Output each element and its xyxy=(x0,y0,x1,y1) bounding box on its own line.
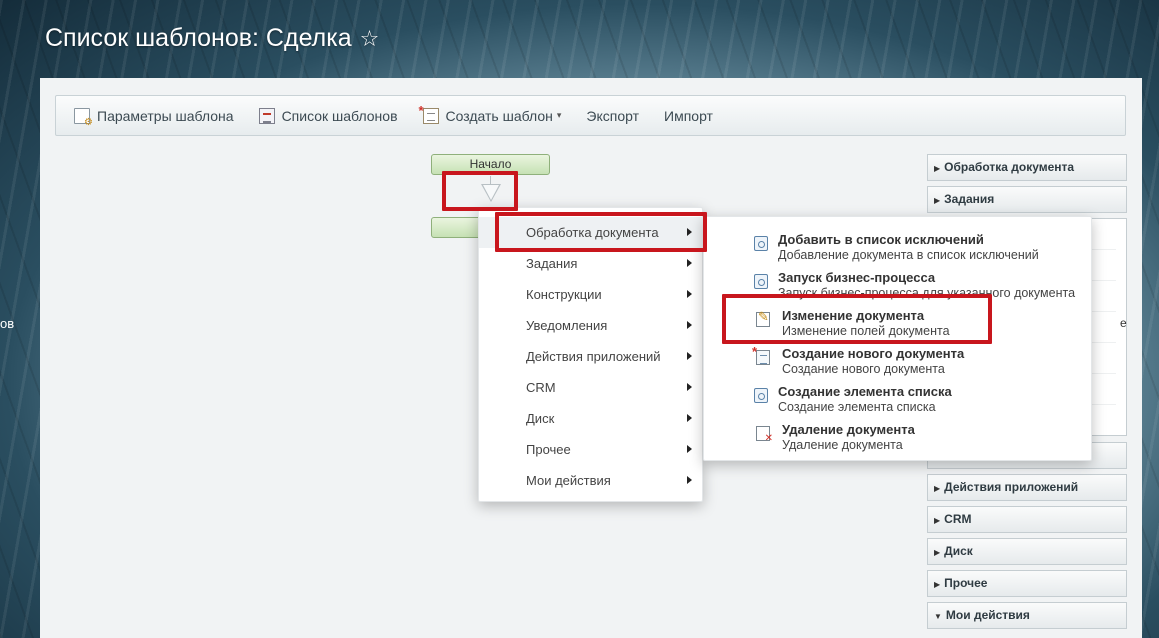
menu-item-document-processing[interactable]: Обработка документа xyxy=(479,217,704,248)
template-params-icon xyxy=(74,107,93,128)
expand-triangle-icon: ▶ xyxy=(934,516,941,525)
menu-item-crm[interactable]: CRM xyxy=(479,372,704,403)
chevron-right-icon xyxy=(687,290,692,298)
menu-item-label: Диск xyxy=(526,411,555,426)
template-list-button[interactable]: Список шаблонов xyxy=(258,107,398,124)
context-menu: Обработка документа Задания Конструкции … xyxy=(478,207,704,502)
chevron-right-icon xyxy=(687,321,692,329)
menu-item-other[interactable]: Прочее xyxy=(479,434,704,465)
page-title: Список шаблонов: Сделка ☆ xyxy=(45,24,379,53)
create-template-icon xyxy=(419,103,439,124)
chevron-right-icon xyxy=(687,445,692,453)
import-button[interactable]: Импорт xyxy=(664,108,713,124)
menu-item-label: Мои действия xyxy=(526,473,611,488)
submenu-item-desc: Создание элемента списка xyxy=(778,400,936,414)
panel-group-disk[interactable]: ▶ Диск xyxy=(927,538,1127,565)
submenu-item-title: Удаление документа xyxy=(782,422,915,437)
submenu-item-title: Создание элемента списка xyxy=(778,384,952,399)
panel-group-label: Прочее xyxy=(944,576,988,590)
panel-group-label: Действия приложений xyxy=(944,480,1079,494)
expand-triangle-icon: ▶ xyxy=(934,196,941,205)
panel-group-label: Мои действия xyxy=(945,608,1030,622)
submenu-item-title: Запуск бизнес-процесса xyxy=(778,270,936,285)
menu-item-my-actions[interactable]: Мои действия xyxy=(479,465,704,496)
menu-item-label: CRM xyxy=(526,380,556,395)
left-sidebar-fragment: ов xyxy=(0,316,15,331)
document-circle-icon xyxy=(754,236,768,251)
submenu-item-edit-document[interactable]: Изменение документа Изменение полей доку… xyxy=(704,306,1093,344)
submenu-item-desc: Запуск бизнес-процесса для указанного до… xyxy=(778,286,1076,300)
export-label: Экспорт xyxy=(586,107,640,124)
submenu-document-processing: Добавить в список исключений Добавление … xyxy=(703,216,1092,461)
template-list-label: Список шаблонов xyxy=(281,107,398,124)
create-template-label: Создать шаблон xyxy=(445,107,553,124)
document-circle-icon xyxy=(754,274,768,289)
expand-triangle-icon: ▶ xyxy=(934,548,941,557)
panel-group-tasks[interactable]: ▶ Задания xyxy=(927,186,1127,213)
menu-item-label: Задания xyxy=(526,256,578,271)
new-document-icon xyxy=(752,344,770,365)
toolbar: Параметры шаблона Список шаблонов Создат… xyxy=(55,95,1126,136)
template-params-label: Параметры шаблона xyxy=(97,107,234,124)
panel-group-other[interactable]: ▶ Прочее xyxy=(927,570,1127,597)
submenu-item-desc: Изменение полей документа xyxy=(782,324,950,338)
panel-group-app-actions[interactable]: ▶ Действия приложений xyxy=(927,474,1127,501)
chevron-right-icon xyxy=(687,414,692,422)
chevron-right-icon xyxy=(687,352,692,360)
submenu-item-create-list-element[interactable]: Создание элемента списка Создание элемен… xyxy=(704,382,1093,420)
chevron-right-icon xyxy=(687,259,692,267)
panel-text-fragment: е xyxy=(1120,316,1127,330)
chevron-right-icon xyxy=(687,228,692,236)
panel-group-label: Задания xyxy=(944,192,995,206)
menu-item-app-actions[interactable]: Действия приложений xyxy=(479,341,704,372)
document-circle-icon xyxy=(754,388,768,403)
delete-document-icon xyxy=(756,426,773,444)
chevron-down-icon: ▾ xyxy=(556,110,562,120)
expand-triangle-icon: ▶ xyxy=(934,164,941,173)
menu-item-label: Конструкции xyxy=(526,287,602,302)
menu-item-notifications[interactable]: Уведомления xyxy=(479,310,704,341)
menu-item-label: Обработка документа xyxy=(526,225,659,240)
panel-group-document-processing[interactable]: ▶ Обработка документа xyxy=(927,154,1127,181)
submenu-item-create-document[interactable]: Создание нового документа Создание новог… xyxy=(704,344,1093,382)
template-params-button[interactable]: Параметры шаблона xyxy=(74,107,234,128)
panel-group-label: Обработка документа xyxy=(944,160,1075,174)
submenu-item-title: Изменение документа xyxy=(782,308,925,323)
menu-item-label: Уведомления xyxy=(526,318,608,333)
menu-item-label: Действия приложений xyxy=(526,349,661,364)
submenu-item-desc: Удаление документа xyxy=(782,438,903,452)
menu-item-disk[interactable]: Диск xyxy=(479,403,704,434)
start-block[interactable]: Начало xyxy=(431,154,550,175)
submenu-item-desc: Добавление документа в список исключений xyxy=(778,248,1039,262)
submenu-item-delete-document[interactable]: Удаление документа Удаление документа xyxy=(704,420,1093,458)
panel-group-label: Диск xyxy=(944,544,973,558)
panel-group-crm[interactable]: ▶ CRM xyxy=(927,506,1127,533)
insert-activity-arrow-icon[interactable] xyxy=(481,184,501,202)
template-list-icon xyxy=(258,107,275,124)
menu-item-label: Прочее xyxy=(526,442,571,457)
expand-triangle-icon: ▶ xyxy=(934,580,941,589)
submenu-item-desc: Создание нового документа xyxy=(782,362,945,376)
page-title-text: Список шаблонов: Сделка xyxy=(45,24,352,52)
submenu-item-start-bp[interactable]: Запуск бизнес-процесса Запуск бизнес-про… xyxy=(704,268,1093,306)
edit-document-icon xyxy=(756,309,770,327)
export-button[interactable]: Экспорт xyxy=(586,108,639,124)
create-template-button[interactable]: Создать шаблон ▾ xyxy=(419,103,562,124)
submenu-item-add-exclusion[interactable]: Добавить в список исключений Добавление … xyxy=(704,230,1093,268)
import-label: Импорт xyxy=(664,107,713,124)
collapse-triangle-icon: ▼ xyxy=(934,612,942,621)
expand-triangle-icon: ▶ xyxy=(934,484,941,493)
menu-item-constructions[interactable]: Конструкции xyxy=(479,279,704,310)
submenu-item-title: Добавить в список исключений xyxy=(778,232,984,247)
panel-group-label: CRM xyxy=(944,512,972,526)
menu-item-tasks[interactable]: Задания xyxy=(479,248,704,279)
chevron-right-icon xyxy=(687,383,692,391)
submenu-item-title: Создание нового документа xyxy=(782,346,965,361)
favorite-star-icon[interactable]: ☆ xyxy=(360,26,380,52)
chevron-right-icon xyxy=(687,476,692,484)
panel-group-my-actions[interactable]: ▼ Мои действия xyxy=(927,602,1127,629)
